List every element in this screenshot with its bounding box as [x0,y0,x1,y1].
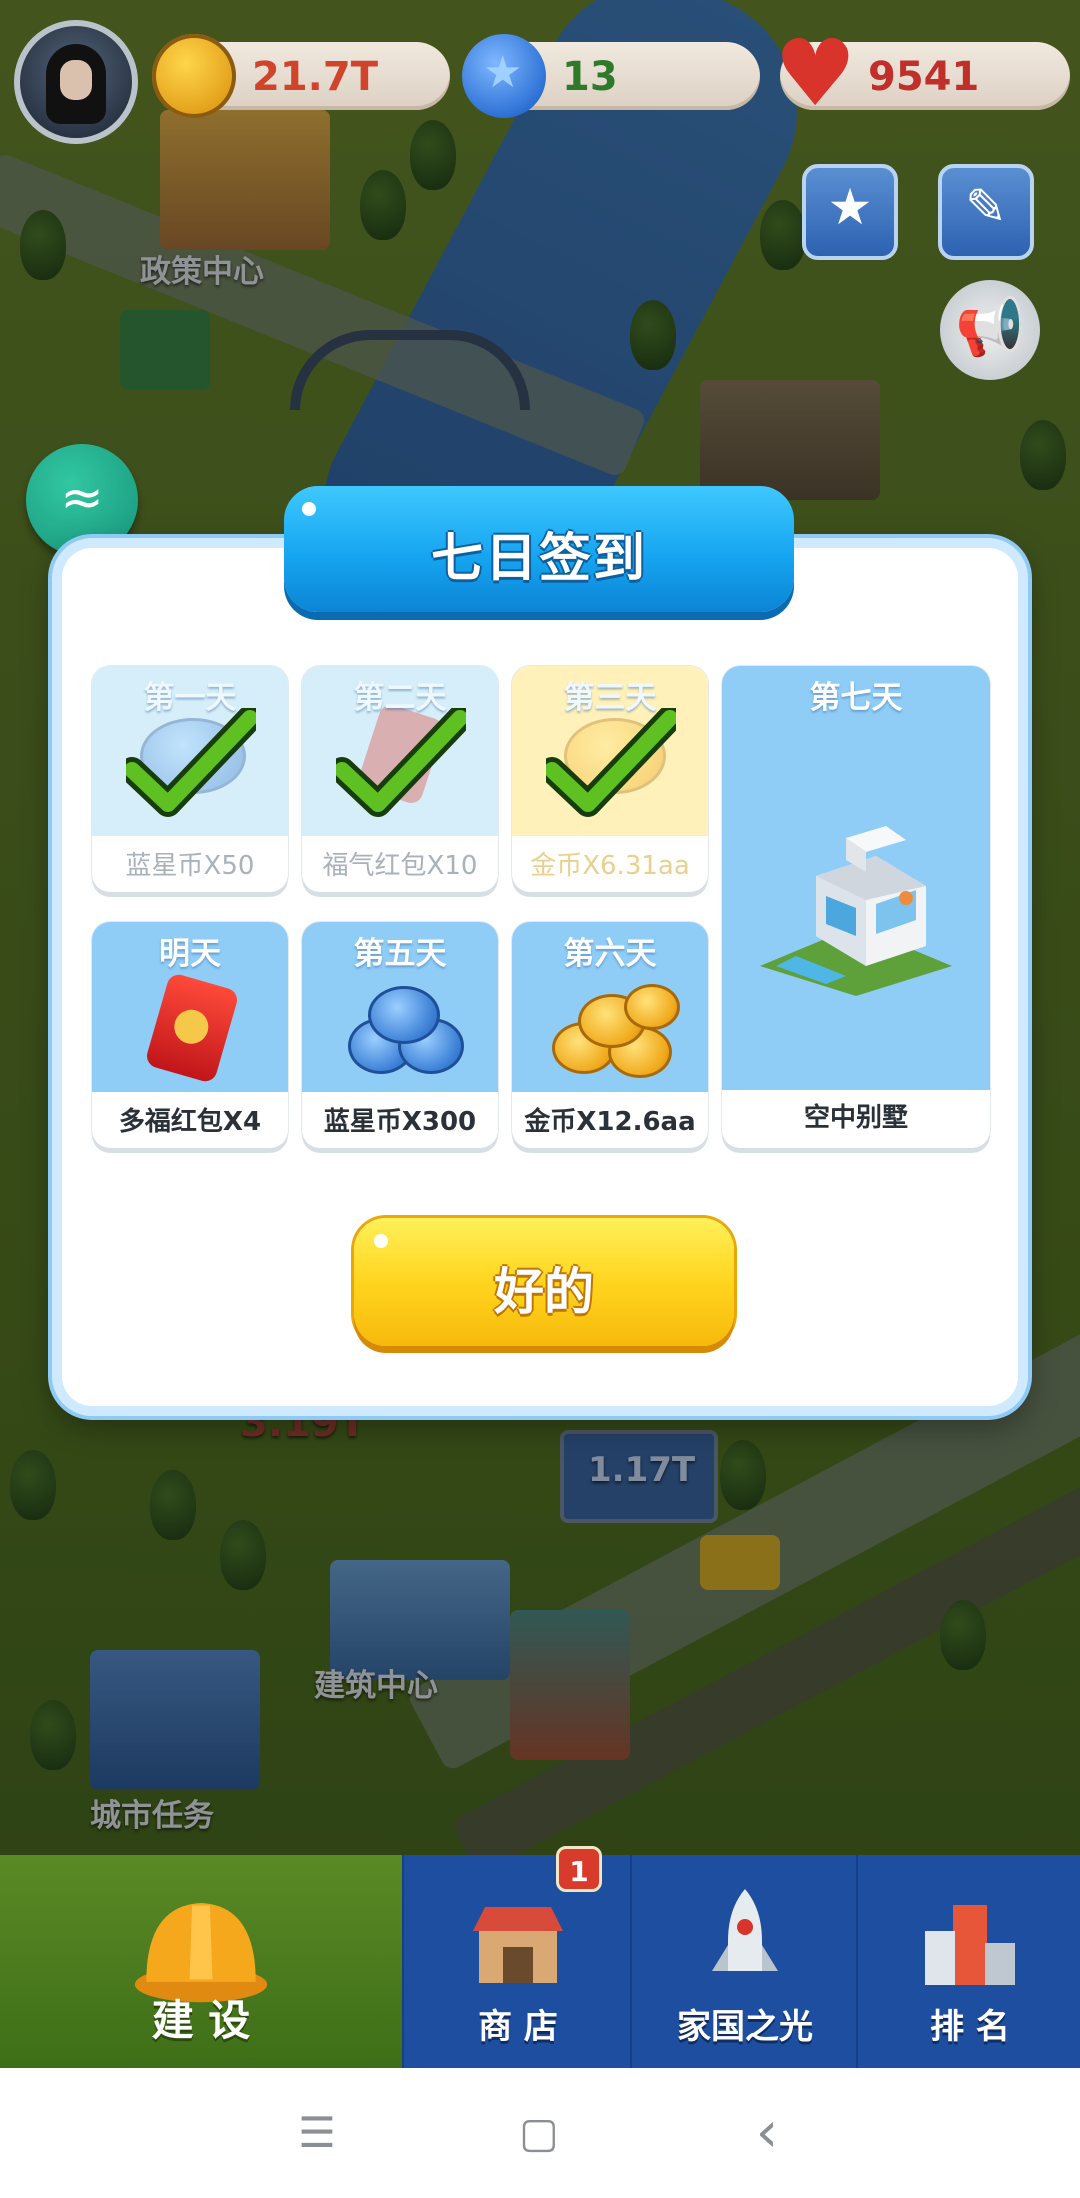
day-card-5[interactable]: 第五天 蓝星币X300 [302,922,498,1148]
wifi-icon: ≈ [60,468,104,528]
blue-star-coins-icon [368,986,440,1044]
day-label: 第五天 [353,936,447,972]
nav-build[interactable]: 建 设 [0,1855,402,2068]
day-card-4[interactable]: 明天 多福红包X4 [92,922,288,1148]
day-label: 第一天 [143,680,237,716]
reward-label: 空中别墅 [803,1103,908,1133]
day-label: 第三天 [563,680,657,716]
day-label: 明天 [159,936,221,972]
nav-ranking[interactable]: 排 名 [856,1855,1080,2068]
dialog-title: 七日签到 [430,529,647,589]
reward-label: 金币X6.31aa [530,851,690,881]
coin-value: 21.7T [252,54,378,100]
player-avatar[interactable] [14,20,138,144]
day-label: 第七天 [809,680,903,716]
tasks-button[interactable]: ✎ [938,164,1034,260]
bottom-nav: 建 设 商 店 家国之光 排 名 [0,1855,1080,2068]
day-card-6[interactable]: 第六天 金币X12.6aa [512,922,708,1148]
checkmark-icon [126,708,256,817]
shop-notification-badge: 1 [556,1846,602,1892]
podium-icon [925,1905,1015,1985]
nav-homeland-label: 家国之光 [677,2007,813,2047]
day-card-1[interactable]: 第一天 蓝星币X50 [92,666,288,892]
checkmark-icon [546,708,676,817]
menu-icon[interactable]: ☰ [292,2108,342,2158]
villa-icon [760,826,952,996]
heart-icon [772,20,856,127]
star-counter[interactable]: 13 [462,34,760,118]
reward-label: 多福红包X4 [118,1107,262,1137]
checkmark-icon [336,708,466,817]
nav-shop-label: 商 店 [478,2007,558,2047]
rocket-badge-icon: ★ [827,178,873,236]
android-navigation-bar: ☰ ▢ ‹ [0,2068,1080,2198]
day-card-2[interactable]: 第二天 福气红包X10 [302,666,498,892]
coin-counter[interactable]: 21.7T [152,34,450,118]
day-label: 第六天 [563,936,657,972]
heart-value: 9541 [868,54,980,100]
red-envelope-icon [144,971,240,1085]
rocket-icon [712,1889,778,1971]
ok-button[interactable]: 好的 [354,1218,734,1346]
home-icon[interactable]: ▢ [514,2108,564,2158]
nav-homeland-light[interactable]: 家国之光 [630,1855,858,2068]
clipboard-icon: ✎ [965,178,1007,236]
card-header [722,666,990,1090]
gold-coins-icon [624,984,680,1030]
nav-build-label: 建 设 [151,1996,251,2045]
day-card-3[interactable]: 第三天 金币X6.31aa [512,666,708,892]
reward-label: 蓝星币X50 [125,851,255,881]
shop-icon [473,1907,563,1983]
announcement-button[interactable]: 📢 [940,280,1040,380]
ok-button-label: 好的 [494,1263,594,1321]
day-label: 第二天 [353,680,447,716]
blue-star-icon [462,34,546,118]
reward-label: 福气红包X10 [322,851,478,881]
reward-label: 金币X12.6aa [524,1107,696,1137]
event-button[interactable]: ★ [802,164,898,260]
reward-label: 蓝星币X300 [323,1107,477,1137]
heart-counter[interactable]: 9541 [774,20,1070,127]
megaphone-icon: 📢 [955,295,1025,360]
day-card-7[interactable]: 第七天 空中别墅 [722,666,990,1148]
back-icon[interactable]: ‹ [742,2105,792,2161]
nav-ranking-label: 排 名 [930,2007,1010,2047]
dialog-title-banner: 七日签到 [284,486,794,612]
gold-coin-icon [152,34,236,118]
star-value: 13 [562,54,618,100]
avatar-face [60,60,92,100]
